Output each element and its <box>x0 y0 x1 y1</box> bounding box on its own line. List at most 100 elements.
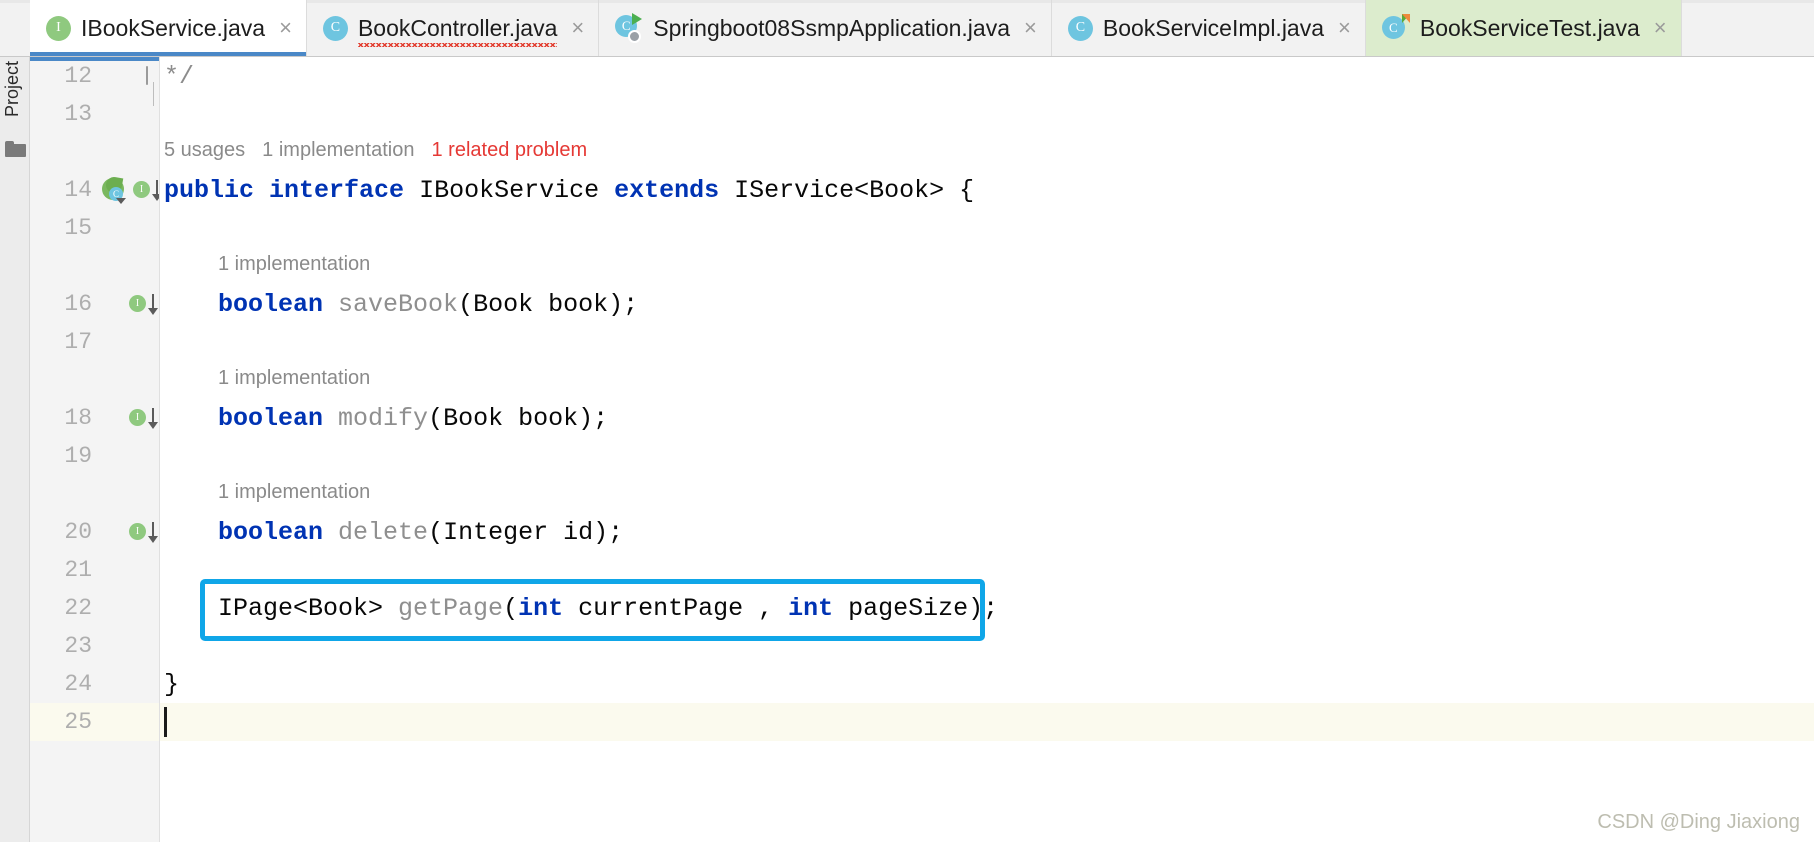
method-params: (Book book); <box>428 403 609 433</box>
gutter-line: 15 <box>30 209 159 247</box>
test-class-icon: C <box>1381 14 1410 41</box>
keyword-int-1: int <box>518 593 564 623</box>
implementations-hint[interactable]: 1 implementation <box>218 367 370 390</box>
editor-tab-label: IBookService.java <box>81 14 266 41</box>
editor-tab-label: Springboot08SsmpApplication.java <box>653 14 1010 41</box>
gutter-icons: I <box>96 521 159 543</box>
fold-minus-icon[interactable] <box>146 66 148 85</box>
class-icon: C <box>322 15 348 41</box>
code-line-20: boolean delete (Integer id); <box>160 513 1814 551</box>
gutter-line: 18 I <box>30 399 159 437</box>
code-editor-area[interactable]: */ 5 usages 1 implementation 1 related p… <box>160 57 1814 842</box>
implementations-hint[interactable]: 1 implementation <box>218 253 370 276</box>
keyword-boolean: boolean <box>218 517 324 547</box>
return-type-ipage-book: IPage<Book> <box>218 593 384 623</box>
param-currentpage: currentPage , <box>563 593 789 623</box>
line-number: 13 <box>64 101 92 127</box>
code-line-24: } <box>160 665 1814 703</box>
closing-brace: } <box>164 669 180 699</box>
editor-tab-ibookservice[interactable]: I IBookService.java × <box>30 0 307 56</box>
editor-tab-label: BookController.java <box>357 14 558 47</box>
implemented-by-icon[interactable]: I <box>129 521 158 543</box>
implementations-hint[interactable]: 1 implementation <box>262 139 414 162</box>
run-arrow-icon <box>632 13 643 25</box>
gutter-line-current: 25 <box>30 703 159 741</box>
left-tool-window-bar: Project <box>0 57 30 842</box>
line-number: 23 <box>64 633 92 659</box>
test-status-marker-orange-icon <box>1401 14 1410 23</box>
code-line-22: IPage<Book> getPage(int currentPage , in… <box>160 589 1814 627</box>
close-icon[interactable]: × <box>279 17 292 39</box>
implemented-by-icon[interactable]: I <box>129 407 158 429</box>
usages-hint[interactable]: 5 usages <box>164 139 245 162</box>
editor-gutter[interactable]: 12 13 14 C I 15 16 I 17 18 I 19 20 I 21 … <box>30 57 160 842</box>
text-caret <box>164 707 167 737</box>
gutter-line: 16 I <box>30 285 159 323</box>
spring-bean-icon[interactable]: C <box>102 178 128 204</box>
gutter-line: 12 <box>30 57 159 106</box>
keyword-boolean: boolean <box>218 403 324 433</box>
editor-tab-bookserviceimpl[interactable]: C BookServiceImpl.java × <box>1052 0 1366 56</box>
inlay-hint-modify: 1 implementation <box>160 363 1814 393</box>
editor-body: Project 12 13 14 C I 15 16 I 17 18 I 19 … <box>0 57 1814 842</box>
code-line-12: */ <box>160 57 1814 95</box>
line-number: 12 <box>64 63 92 89</box>
inlay-hint-savebook: 1 implementation <box>160 249 1814 279</box>
close-icon[interactable]: × <box>1338 17 1351 39</box>
inlay-hints-interface: 5 usages 1 implementation 1 related prob… <box>160 135 1814 165</box>
related-problem-hint[interactable]: 1 related problem <box>431 139 587 162</box>
springboot-application-icon: C <box>615 13 643 43</box>
gutter-icons: I <box>96 407 159 429</box>
code-line-18: boolean modify (Book book); <box>160 399 1814 437</box>
tool-window-button-project[interactable]: Project <box>2 61 23 117</box>
inlay-hint-delete: 1 implementation <box>160 477 1814 507</box>
line-number: 22 <box>64 595 92 621</box>
line-number: 19 <box>64 443 92 469</box>
close-icon[interactable]: × <box>571 17 584 39</box>
gear-icon <box>628 30 642 43</box>
gutter-icons: I <box>96 293 159 315</box>
code-comment: */ <box>164 61 195 91</box>
code-line-14: public interface IBookService extends IS… <box>160 171 1814 209</box>
keyword-extends: extends <box>614 175 720 205</box>
gutter-line: 20 I <box>30 513 159 551</box>
supertype-iservice-book: IService<Book> { <box>719 175 975 205</box>
editor-tab-springboot08ssmpapplication[interactable]: C Springboot08SsmpApplication.java × <box>599 0 1052 56</box>
keyword-boolean: boolean <box>218 289 324 319</box>
line-number: 18 <box>64 405 92 431</box>
gutter-icons: C I <box>96 178 159 204</box>
method-params: (Book book); <box>458 289 639 319</box>
code-line-16: boolean saveBook (Book book); <box>160 285 1814 323</box>
keyword-interface: interface <box>269 175 405 205</box>
line-number: 24 <box>64 671 92 697</box>
implementations-hint[interactable]: 1 implementation <box>218 481 370 504</box>
intellij-editor-window: I IBookService.java × C BookController.j… <box>0 0 1814 842</box>
gutter-line: 22 <box>30 589 159 627</box>
line-number: 25 <box>64 709 92 735</box>
editor-tab-label: BookServiceImpl.java <box>1102 14 1325 41</box>
editor-tab-label: BookServiceTest.java <box>1419 14 1640 41</box>
keyword-public: public <box>164 175 255 205</box>
implemented-by-icon[interactable]: I <box>133 179 159 201</box>
editor-tab-bar: I IBookService.java × C BookController.j… <box>0 0 1814 57</box>
close-icon[interactable]: × <box>1654 17 1667 39</box>
close-icon[interactable]: × <box>1024 17 1037 39</box>
method-params: (Integer id); <box>428 517 624 547</box>
implemented-by-icon[interactable]: I <box>129 293 158 315</box>
method-name-savebook: saveBook <box>323 289 459 319</box>
gutter-line: 14 C I <box>30 171 159 209</box>
line-number: 14 <box>64 177 92 203</box>
keyword-int-2: int <box>788 593 834 623</box>
code-line-25-current <box>160 703 1814 741</box>
gutter-line: 13 <box>30 95 159 133</box>
line-number: 17 <box>64 329 92 355</box>
line-number: 15 <box>64 215 92 241</box>
type-name-ibookservice: IBookService <box>404 175 615 205</box>
method-name-getpage: getPage <box>383 593 504 623</box>
folder-icon <box>5 141 26 157</box>
editor-tab-bookservicetest[interactable]: C BookServiceTest.java × <box>1365 0 1682 56</box>
line-number: 20 <box>64 519 92 545</box>
editor-tab-bookcontroller[interactable]: C BookController.java × <box>307 0 600 56</box>
gutter-line: 19 <box>30 437 159 475</box>
